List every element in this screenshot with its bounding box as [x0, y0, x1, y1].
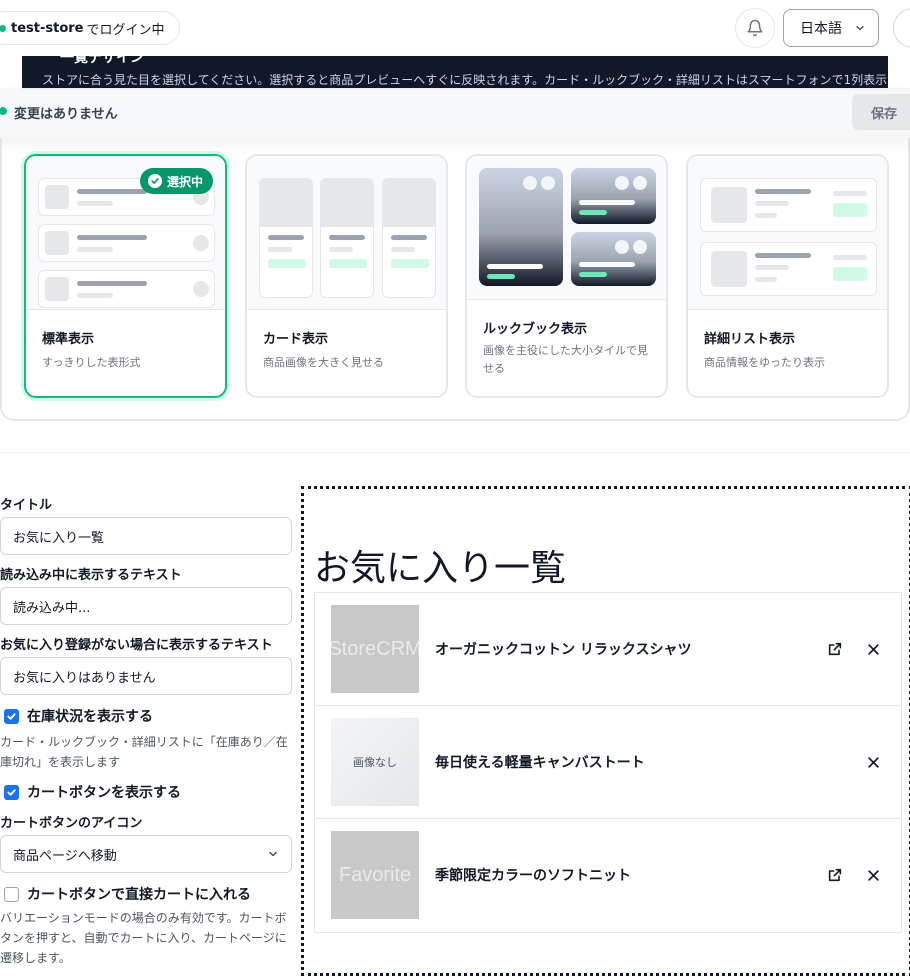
close-icon	[867, 756, 879, 768]
title-input-value: お気に入り一覧	[13, 530, 105, 546]
preview-column	[320, 178, 374, 298]
loading-text-label: 読み込み中に表示するテキスト	[0, 568, 182, 583]
chevron-down-icon	[269, 851, 277, 857]
external-link-icon	[828, 642, 842, 656]
close-icon	[867, 869, 879, 881]
preview-column	[382, 178, 436, 298]
favorites-preview: お気に入り一覧 StoreCRM オーガニックコットン リラックスシャツ 画像な…	[301, 486, 910, 976]
product-thumbnail[interactable]: Favorite	[331, 831, 419, 919]
layout-description: 画像を主役にした大小タイルで見せる	[483, 344, 648, 375]
bell-icon	[747, 19, 763, 37]
loading-text-value: 読み込み中...	[13, 600, 91, 616]
preview-tile-large	[479, 168, 563, 286]
open-product-button[interactable]	[825, 639, 845, 659]
product-name[interactable]: 季節限定カラーのソフトニット	[435, 865, 631, 885]
product-name[interactable]: オーガニックコットン リラックスシャツ	[435, 639, 691, 659]
list-item[interactable]: Favorite 季節限定カラーのソフトニット	[315, 819, 901, 932]
product-name[interactable]: 毎日使える軽量キャンバストート	[435, 752, 645, 772]
open-product-button[interactable]	[825, 865, 845, 885]
notification-button[interactable]	[735, 8, 775, 48]
list-item[interactable]: StoreCRM オーガニックコットン リラックスシャツ	[315, 593, 901, 706]
remove-favorite-button[interactable]	[863, 639, 883, 659]
product-thumbnail[interactable]: StoreCRM	[331, 605, 419, 693]
close-icon	[867, 643, 879, 655]
layout-preview-lookbook	[467, 156, 666, 300]
layout-preview-card	[247, 156, 446, 310]
check-icon	[7, 712, 16, 720]
layout-title: 詳細リスト表示	[704, 332, 796, 347]
cart-icon-label: カートボタンのアイコン	[0, 816, 143, 831]
title-label: タイトル	[0, 498, 53, 513]
section-divider	[0, 452, 910, 453]
direct-cart-checkbox[interactable]	[4, 886, 19, 902]
empty-text-input[interactable]: お気に入りはありません	[0, 657, 292, 695]
cart-icon-value: 商品ページへ移動	[13, 848, 117, 864]
layout-description: 商品画像を大きく見せる	[263, 356, 384, 369]
status-indicator	[0, 107, 7, 115]
cart-checkbox[interactable]	[4, 784, 19, 800]
layout-preview-detail-list	[688, 156, 887, 310]
section-title: 一覧デザイン	[60, 56, 144, 66]
direct-cart-checkbox-label: カートボタンで直接カートに入れる	[27, 887, 251, 903]
preview-tile-small	[571, 232, 656, 286]
login-suffix: でログイン中	[86, 22, 165, 38]
cart-checkbox-label: カートボタンを表示する	[27, 785, 181, 801]
remove-favorite-button[interactable]	[863, 865, 883, 885]
preview-tile-small	[571, 168, 656, 224]
cart-icon-select[interactable]: 商品ページへ移動	[0, 835, 292, 873]
layout-title: 標準表示	[42, 332, 95, 347]
account-button[interactable]	[893, 8, 910, 48]
chevron-down-icon	[856, 25, 864, 31]
language-value: 日本語	[800, 21, 842, 37]
empty-text-value: お気に入りはありません	[13, 670, 156, 686]
preview-row	[38, 224, 215, 262]
list-item[interactable]: 画像なし 毎日使える軽量キャンバストート	[315, 706, 901, 819]
product-thumbnail[interactable]: 画像なし	[331, 718, 419, 806]
preview-row	[700, 178, 877, 232]
stock-help-text: カード・ルックブック・詳細リストに「在庫あり／在庫切れ」を表示します	[0, 735, 288, 769]
language-select[interactable]: 日本語	[783, 9, 879, 47]
direct-cart-checkbox-row[interactable]: カートボタンで直接カートに入れる	[4, 884, 251, 904]
layout-selector-panel: 選択中 標準表示 すっきりした表形式 カード表示 商品画像を大きく見せる ルック…	[0, 120, 910, 421]
preview-title: お気に入り一覧	[314, 547, 567, 588]
login-status-pill: test-store でログイン中	[0, 11, 180, 45]
selected-badge: 選択中	[139, 168, 213, 194]
check-icon	[7, 788, 16, 796]
preview-column	[259, 178, 313, 298]
check-icon	[147, 174, 162, 188]
loading-text-input[interactable]: 読み込み中...	[0, 587, 292, 625]
remove-favorite-button[interactable]	[863, 752, 883, 772]
preview-row	[38, 270, 215, 308]
save-button[interactable]: 保存	[852, 94, 910, 130]
direct-cart-help-text: バリエーションモードの場合のみ有効です。カートボタンを押すと、自動でカートに入り…	[0, 911, 287, 965]
selected-badge-label: 選択中	[166, 174, 203, 189]
title-input[interactable]: お気に入り一覧	[0, 517, 292, 555]
stock-checkbox-row[interactable]: 在庫状況を表示する	[4, 706, 153, 726]
layout-description: 商品情報をゆったり表示	[704, 356, 825, 369]
top-bar: test-store でログイン中 日本語	[0, 0, 910, 56]
external-link-icon	[828, 868, 842, 882]
store-name: test-store	[11, 20, 84, 36]
stock-checkbox-label: 在庫状況を表示する	[27, 709, 153, 725]
layout-description: すっきりした表形式	[42, 356, 141, 369]
layout-option-card[interactable]: カード表示 商品画像を大きく見せる	[245, 154, 448, 398]
section-header: 一覧デザイン ストアに合う見た目を選択してください。選択すると商品プレビューへす…	[22, 56, 888, 90]
favorites-list: StoreCRM オーガニックコットン リラックスシャツ 画像なし 毎日使える軽…	[314, 592, 902, 933]
layout-title: カード表示	[263, 332, 329, 347]
layout-option-detail-list[interactable]: 詳細リスト表示 商品情報をゆったり表示	[686, 154, 889, 398]
stock-checkbox[interactable]	[4, 708, 19, 724]
status-text: 変更はありません	[14, 107, 118, 122]
online-indicator	[0, 25, 6, 32]
section-description: ストアに合う見た目を選択してください。選択すると商品プレビューへすぐに反映されま…	[42, 73, 888, 87]
cart-checkbox-row[interactable]: カートボタンを表示する	[4, 782, 181, 802]
layout-option-standard[interactable]: 選択中 標準表示 すっきりした表形式	[24, 154, 227, 398]
preview-row	[700, 242, 877, 296]
layout-title: ルックブック表示	[483, 322, 588, 337]
empty-text-label: お気に入り登録がない場合に表示するテキスト	[0, 638, 273, 653]
save-status-bar: 変更はありません 保存	[0, 88, 910, 138]
layout-option-lookbook[interactable]: ルックブック表示 画像を主役にした大小タイルで見せる	[465, 154, 668, 398]
